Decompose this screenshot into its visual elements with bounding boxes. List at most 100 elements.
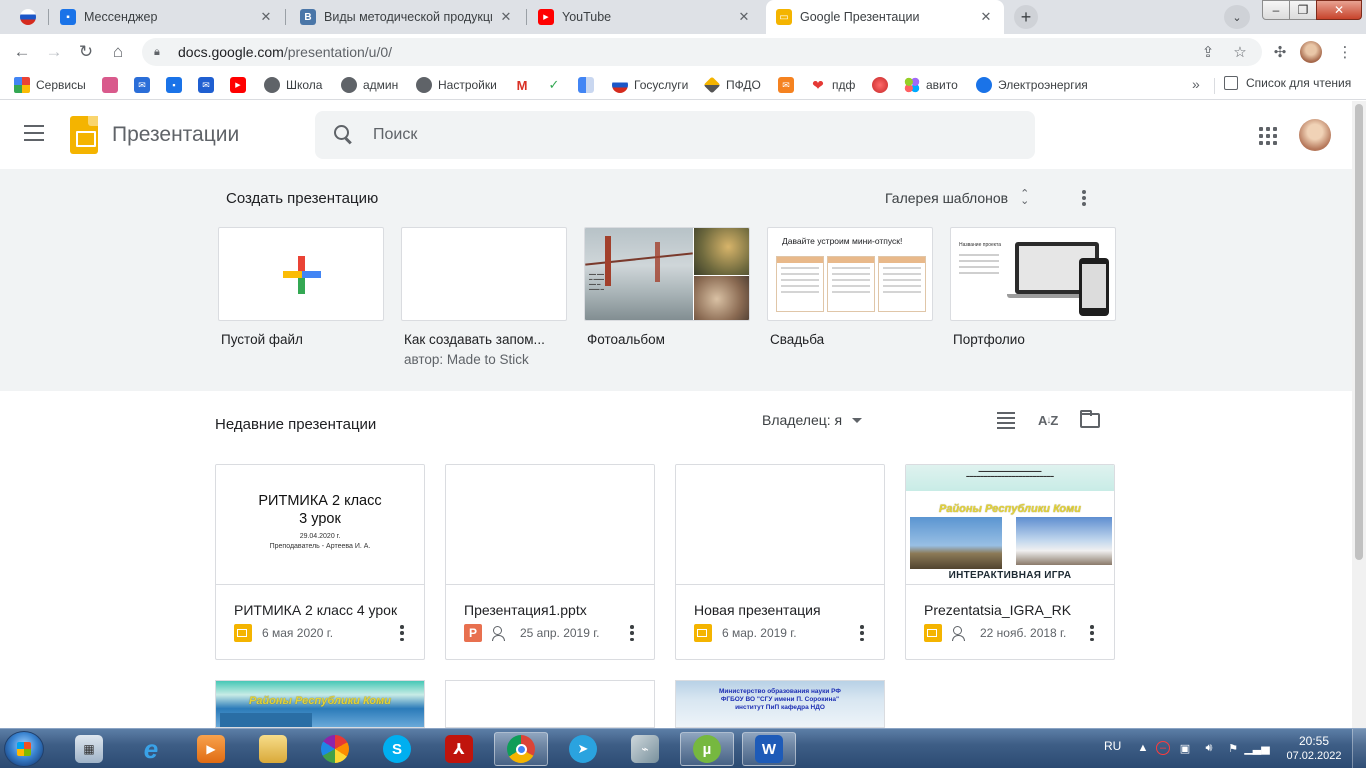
bookmark-energy[interactable]: Электроэнергия [976,76,1088,94]
bookmark-pdf[interactable]: ❤ пдф [810,76,855,94]
taskbar-telegram[interactable]: ➤ [556,732,610,766]
show-desktop-button[interactable] [1352,729,1366,769]
bookmark-youtube[interactable]: ▶ [230,76,252,94]
new-tab-button[interactable]: + [1014,5,1038,29]
close-tab-icon[interactable]: ✕ [736,9,752,25]
taskbar-utorrent[interactable]: µ [680,732,734,766]
start-button[interactable] [4,731,44,767]
file-more-options-icon[interactable] [859,625,865,641]
taskbar-skype[interactable]: S [370,732,424,766]
window-maximize-button[interactable]: ❐ [1289,0,1317,20]
template-photo-album[interactable]: ▬▬ ▬▬ ▬ ▬▬▬ ▬▬ ▬ ▬▬▬ ▬ Фотоальбом [584,227,750,347]
home-icon[interactable]: ⌂ [106,40,130,64]
taskbar-file-explorer[interactable] [246,732,300,766]
file-preview[interactable] [676,465,884,585]
file-card[interactable]: Презентация1.pptx P 25 апр. 2019 г. [445,464,655,660]
file-more-options-icon[interactable] [629,625,635,641]
taskbar-chrome[interactable] [494,732,548,766]
bookmark-admin[interactable]: админ [341,76,398,94]
bookmark-envelope[interactable]: ✉ [778,76,800,94]
tray-expand-icon[interactable]: ▲ [1136,741,1150,755]
bookmark-mail-ru[interactable]: ✉ [198,76,220,94]
profile-avatar[interactable] [1300,41,1322,63]
bookmark-blocks[interactable] [578,76,600,94]
account-avatar[interactable] [1299,119,1331,151]
system-clock[interactable]: 20:55 07.02.2022 [1284,734,1344,764]
file-card[interactable]: Министерство образования науки РФ ФГБОУ … [675,680,885,728]
taskbar-word[interactable]: W [742,732,796,766]
file-card[interactable] [445,680,655,728]
template-wedding[interactable]: Давайте устроим мини-отпуск! Свадьба [767,227,933,347]
reload-icon[interactable]: ↻ [74,40,98,64]
file-card[interactable]: Новая презентация 6 мар. 2019 г. [675,464,885,660]
back-arrow-icon[interactable]: ← [10,40,34,64]
reading-list-button[interactable]: Список для чтения [1224,76,1351,90]
device-tray-icon[interactable]: ▣ [1178,741,1192,755]
main-menu-icon[interactable] [24,125,44,143]
folder-picker-icon[interactable] [1080,410,1100,428]
template-gallery-toggle[interactable]: Галерея шаблонов ⌃ ⌄ [885,189,1029,207]
extensions-puzzle-icon[interactable]: ✣ [1268,40,1292,64]
bookmark-settings[interactable]: Настройки [416,76,497,94]
close-tab-icon[interactable]: ✕ [978,9,994,25]
bookmark-pfdo[interactable]: ПФДО [703,76,761,94]
scrollbar-thumb[interactable] [1355,104,1363,560]
file-card[interactable]: ▬▬▬▬▬▬▬▬▬▬▬▬▬▬▬▬▬▬ ▬▬▬▬▬▬▬▬▬▬▬▬▬▬▬▬▬▬▬▬▬▬… [905,464,1115,660]
taskbar-acrobat[interactable]: ⅄ [432,732,486,766]
search-icon[interactable] [333,124,355,146]
owner-filter-dropdown[interactable]: Владелец: я [762,412,863,428]
template-portfolio[interactable]: Название проекта Портфолио [950,227,1116,347]
close-tab-icon[interactable]: ✕ [498,9,514,25]
template-thumbnail[interactable]: Как создавать запоминающиеся презентации… [401,227,567,321]
file-preview[interactable]: ▬▬▬▬▬▬▬▬▬▬▬▬▬▬▬▬▬▬ ▬▬▬▬▬▬▬▬▬▬▬▬▬▬▬▬▬▬▬▬▬▬… [906,465,1114,585]
close-tab-icon[interactable]: ✕ [258,9,274,25]
antivirus-tray-icon[interactable]: – [1156,741,1170,755]
volume-icon[interactable]: 🔊︎ [1202,741,1216,755]
keyboard-language[interactable]: RU [1104,739,1121,753]
gallery-more-options-icon[interactable] [1076,188,1092,208]
taskbar-internet-explorer[interactable]: e [124,732,178,766]
file-more-options-icon[interactable] [399,625,405,641]
bookmark-gmail[interactable]: M [514,76,536,94]
tab-pinned[interactable] [8,0,52,34]
template-thumbnail[interactable] [218,227,384,321]
bookmark-star-icon[interactable]: ☆ [1228,38,1252,66]
bookmark-services[interactable]: Сервисы [14,76,86,94]
search-bar[interactable] [315,111,1035,159]
window-minimize-button[interactable]: – [1262,0,1290,20]
sort-az-icon[interactable]: A ↓ Z [1038,410,1058,430]
action-center-flag-icon[interactable]: ⚑ [1226,741,1240,755]
template-made-to-stick[interactable]: Как создавать запоминающиеся презентации… [401,227,567,367]
bookmark-photo[interactable] [102,76,124,94]
bookmark-school[interactable]: Школа [264,76,322,94]
bookmark-gosuslugi[interactable]: Госуслуги [612,76,688,94]
file-more-options-icon[interactable] [1089,625,1095,641]
bookmark-messenger[interactable]: ▪ [166,76,188,94]
taskbar-media-player[interactable]: ▶ [184,732,238,766]
bookmark-avito[interactable]: авито [904,76,958,94]
bookmark-berry[interactable] [872,76,894,94]
search-input[interactable] [373,126,973,144]
list-view-icon[interactable] [997,410,1017,430]
file-card[interactable]: Районы Республики Коми [215,680,425,728]
taskbar-picasa[interactable] [308,732,362,766]
window-close-button[interactable]: ✕ [1316,0,1362,20]
app-title[interactable]: Презентации [112,123,239,147]
template-thumbnail[interactable]: ▬▬ ▬▬ ▬ ▬▬▬ ▬▬ ▬ ▬▬▬ ▬ [584,227,750,321]
bookmark-check[interactable]: ✓ [546,76,568,94]
taskbar-calculator[interactable]: ▦ [62,732,116,766]
address-bar[interactable]: 🔒︎ docs.google.com/presentation/u/0/ ⇪ ☆ [142,38,1262,66]
tab-google-slides[interactable]: ▭ Google Презентации ✕ [766,0,1004,34]
file-preview[interactable] [446,465,654,585]
chrome-menu-icon[interactable]: ⋮ [1333,40,1357,64]
template-blank[interactable]: Пустой файл [218,227,384,347]
tab-youtube[interactable]: ▶ YouTube ✕ [536,0,758,34]
network-signal-icon[interactable]: ▁▃▅ [1244,741,1269,755]
tab-search-button[interactable]: ⌄ [1224,5,1250,29]
tab-vk[interactable]: В Виды методической продукции ✕ [298,0,520,34]
slides-logo-icon[interactable] [70,116,98,154]
forward-arrow-icon[interactable]: → [42,40,66,64]
taskbar-scanner[interactable]: ⌁ [618,732,672,766]
file-preview[interactable]: РИТМИКА 2 класс 3 урок 29.04.2020 г. Пре… [216,465,424,585]
share-icon[interactable]: ⇪ [1196,38,1220,66]
